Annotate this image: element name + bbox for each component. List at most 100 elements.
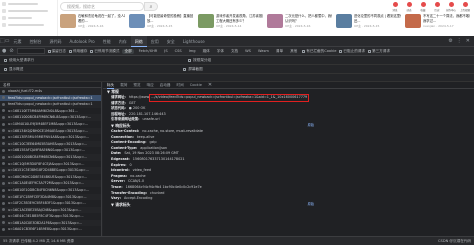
- request-row[interactable]: u=16C1ACE8E25BAJCN8&upp=3013&up=...: [0, 206, 101, 214]
- close-detail-icon[interactable]: ✕: [208, 82, 212, 88]
- more-icon[interactable]: ⋮: [457, 38, 462, 44]
- request-row[interactable]: u=168134K0J2BH0CE1M4AE&upp=3013&up=...: [0, 127, 101, 135]
- video-card[interactable]: 游戏作者开发者视角，江苏省推进工程大概还有多少？ UP主 · 2024-5-14: [198, 14, 263, 36]
- request-row[interactable]: u=16E44C3E1BB5F8C4F3&upp=3013&up=...: [0, 213, 101, 220]
- request-row[interactable]: u=1A001000BCB4FM6BCN6&upp=3013&up=...: [0, 153, 101, 161]
- checkbox[interactable]: [90, 49, 94, 53]
- video-card[interactable]: 进化论里的不同观点 | 看到这里你还... UP主 · 2024-5-15: [336, 14, 401, 36]
- request-row[interactable]: u=16C10C3EE64M05B3AHE&upp=3013&up=...: [0, 140, 101, 148]
- video-card[interactable]: 石敏和杰尼龟说在一起了，没人敢看的... UP主 · 2024-5-16: [60, 14, 125, 36]
- request-row[interactable]: xiaoshi_fuel.f72.m4s: [0, 88, 101, 95]
- detail-tab[interactable]: 载荷: [120, 82, 127, 89]
- filter-toggle[interactable]: 有已拦截的Cookie: [302, 49, 336, 54]
- clear-icon[interactable]: ⊘: [9, 48, 13, 54]
- request-row[interactable]: u=168110ET5M64AM6CN0L8&upp=361...: [0, 108, 101, 115]
- video-title[interactable]: 石敏和杰尼龟说在一起了，没人敢看的...: [78, 14, 125, 23]
- request-view-source-link[interactable]: 原始: [308, 202, 474, 208]
- request-row[interactable]: u=16C1A0E4EF9C3A7F2M&upp=3013&up=...: [0, 180, 101, 187]
- video-card[interactable]: 【可能是最奇怪的投稿】直播回放... UP主 · 2024-5-15: [129, 14, 194, 36]
- request-row[interactable]: feed?ids=popul_newback=jscfrontbul=jscfr…: [0, 94, 101, 102]
- filter-chip[interactable]: 清单: [274, 49, 285, 54]
- video-thumbnail[interactable]: [405, 14, 421, 28]
- filter-input[interactable]: [16, 48, 45, 54]
- detail-tab[interactable]: Cookie: [190, 82, 202, 89]
- checkbox[interactable]: [339, 49, 343, 53]
- devtools-tab[interactable]: 元素: [9, 36, 25, 47]
- video-thumbnail[interactable]: [129, 14, 145, 28]
- request-row[interactable]: u=10F2C3B3E9C5BF4B3F1&upp=3013&up=...: [0, 200, 101, 207]
- request-row[interactable]: u=16A01CB3E6F14B9E8&upp=3013&up=...: [0, 226, 101, 233]
- header-upload-icon[interactable]: 上传视频: [460, 2, 470, 12]
- video-thumbnail[interactable]: [267, 14, 283, 28]
- video-title[interactable]: 不写这二十一个算法，我都不敢说我学过...: [423, 14, 470, 23]
- devtools-tab[interactable]: 性能: [99, 36, 115, 47]
- devtools-tab[interactable]: 安全: [163, 36, 179, 47]
- filter-chip[interactable]: Fetch/XHR: [137, 49, 160, 53]
- request-row[interactable]: u=16810E10DBCB4F8CN6N8&upp=3013&up=...: [0, 187, 101, 194]
- header-favorites-icon[interactable]: 收藏: [418, 2, 428, 12]
- video-thumbnail[interactable]: [336, 14, 352, 28]
- screenshot-option[interactable]: 屏幕截图: [179, 67, 203, 72]
- devtools-tab[interactable]: 源代码: [45, 36, 65, 47]
- request-row[interactable]: u=16013ER5ML95MEFNV4A8&upp=3013&up=...: [0, 134, 101, 141]
- record-icon[interactable]: ●: [2, 48, 6, 54]
- request-row[interactable]: u=16B15EAFCJA9F8AE6N0&upp=3013&up=...: [0, 147, 101, 154]
- header-dynamic-icon[interactable]: 动态: [404, 2, 414, 12]
- checkbox[interactable]: [367, 49, 371, 53]
- request-row[interactable]: u=168CM0KC0D8E5E4BKUE&upp=3013&up=...: [0, 174, 101, 181]
- devtools-tab[interactable]: Lighthouse: [179, 36, 209, 47]
- video-title[interactable]: 【可能是最奇怪的投稿】直播回放...: [147, 14, 194, 23]
- request-row[interactable]: u=10M4010LE9J5M48EF1M8&upp=3013&up=...: [0, 121, 101, 128]
- video-card[interactable]: 二次元是什么，把人都惹中，我们认识吗？ UP主 · 2024-5-16: [267, 14, 332, 36]
- request-row[interactable]: u=16E1FC1B9FCEF3DA4M8&upp=3013&up=...: [0, 193, 101, 201]
- request-row[interactable]: u=16811000BCB4FM6BCN6L8&upp=3013&up=...: [0, 114, 101, 121]
- devtools-tab[interactable]: 应用: [147, 36, 163, 47]
- devtools-tab[interactable]: Autolook Pro: [65, 36, 98, 47]
- request-row[interactable]: u=16B1A0C0E3DB2A1F6&upp=3013&up=...: [0, 219, 101, 227]
- detail-tab[interactable]: 启动器: [160, 82, 171, 89]
- filter-option[interactable]: 保留日志: [47, 49, 66, 54]
- large-rows-option[interactable]: 使用大型请求行: [0, 58, 34, 63]
- view-source-link[interactable]: 原始: [308, 123, 474, 129]
- filter-chip[interactable]: JS: [162, 49, 169, 53]
- filter-toggle[interactable]: 第三方请求: [367, 49, 390, 54]
- close-icon[interactable]: ✕: [466, 38, 470, 44]
- filter-chip[interactable]: Img: [187, 49, 198, 53]
- detail-tab[interactable]: 标头: [107, 82, 115, 89]
- devtools-tab[interactable]: 控制台: [25, 36, 45, 47]
- devtools-tab[interactable]: 网络: [130, 35, 147, 47]
- search-button[interactable]: ⌕: [144, 2, 158, 11]
- video-card[interactable]: 不写这二十一个算法，我都不敢说我学过... ruanjian · 2024-5-1…: [405, 14, 470, 36]
- header-message-icon[interactable]: 消息: [390, 2, 400, 12]
- video-thumbnail[interactable]: [60, 14, 76, 28]
- video-thumbnail[interactable]: [198, 14, 214, 28]
- checkbox[interactable]: [47, 49, 51, 53]
- detail-tab[interactable]: 响应: [147, 82, 154, 89]
- request-row[interactable]: u=16C10J5M3D0F8F4CEJA&upp=3013&up=...: [0, 161, 101, 168]
- checkbox[interactable]: [68, 49, 72, 53]
- header-creator-icon[interactable]: 创作中心: [446, 2, 456, 12]
- detail-tab[interactable]: 预览: [133, 82, 140, 89]
- filter-chip[interactable]: Wasm: [256, 49, 271, 53]
- filter-chip[interactable]: 全部: [122, 48, 134, 54]
- group-by-frame-option[interactable]: 按框架分组: [184, 58, 211, 63]
- video-title[interactable]: 游戏作者开发者视角，江苏省推进工程大概还有多少？: [216, 14, 263, 23]
- filter-chip[interactable]: 其他: [288, 49, 299, 54]
- search-input[interactable]: 搜视频，搜综艺: [60, 2, 144, 11]
- detail-tab[interactable]: 时间: [177, 82, 184, 89]
- video-title[interactable]: 二次元是什么，把人都惹中，我们认识吗？: [285, 14, 332, 23]
- header-history-icon[interactable]: 历史: [432, 2, 442, 12]
- filter-toggle[interactable]: 已阻止的请求: [339, 49, 365, 54]
- devtools-tab[interactable]: 内存: [115, 36, 131, 47]
- filter-option[interactable]: 已停用节流模式: [90, 49, 119, 54]
- checkbox[interactable]: [302, 49, 306, 53]
- settings-icon[interactable]: ⚙: [448, 38, 452, 44]
- filter-option[interactable]: 停用缓存: [68, 49, 87, 54]
- video-title[interactable]: 进化论里的不同观点 | 看到这里你还...: [354, 14, 401, 23]
- request-row[interactable]: u=16151C5E38M18F2D48BE&upp=3013&up=...: [0, 167, 101, 174]
- show-overview-option[interactable]: 显示概述: [0, 67, 23, 72]
- filter-chip[interactable]: 媒体: [201, 49, 212, 54]
- filter-chip[interactable]: CSS: [173, 49, 184, 53]
- filter-chip[interactable]: 字体: [215, 49, 226, 54]
- request-row[interactable]: feed?ids=popul_newback=jscfrontbul=jscfr…: [0, 101, 101, 108]
